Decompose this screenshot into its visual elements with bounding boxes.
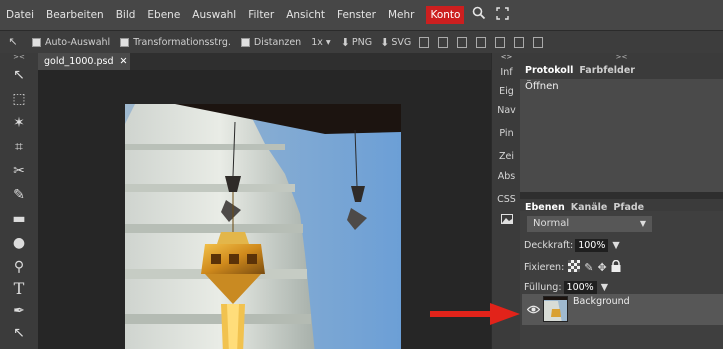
chevron-down-icon[interactable]: ▼ bbox=[612, 240, 619, 251]
fullscreen-icon[interactable] bbox=[496, 6, 510, 24]
menu-bild[interactable]: Bild bbox=[116, 9, 136, 21]
download-icon: ⬇ bbox=[340, 35, 350, 49]
eye-icon[interactable] bbox=[526, 303, 541, 317]
blur-tool-icon[interactable]: ● bbox=[9, 233, 29, 253]
move-tool-icon[interactable]: ↖ bbox=[9, 65, 29, 85]
layer-thumbnail bbox=[543, 296, 568, 322]
lock-icon[interactable] bbox=[611, 259, 621, 275]
distances-option[interactable]: Distanzen bbox=[240, 36, 302, 48]
layer-row[interactable]: Background bbox=[522, 294, 723, 325]
close-icon[interactable]: ✕ bbox=[119, 56, 127, 67]
distances-checkbox[interactable] bbox=[240, 37, 250, 47]
marquee-tool-icon[interactable]: ⬚ bbox=[9, 89, 29, 109]
lock-row: Fixieren: ✎ ✥ bbox=[524, 259, 621, 275]
collapse-icon[interactable]: >< bbox=[0, 53, 38, 62]
canvas-area[interactable] bbox=[38, 70, 491, 349]
tab-swatches[interactable]: Farbfelder bbox=[579, 65, 635, 76]
menu-ebene[interactable]: Ebene bbox=[147, 9, 180, 21]
align-middle-icon[interactable] bbox=[495, 36, 506, 48]
blend-mode-select[interactable]: Normal ▼ bbox=[527, 216, 652, 232]
strip-item-info[interactable]: Inf bbox=[492, 67, 521, 78]
transform-option[interactable]: Transformationsstrg. bbox=[120, 37, 231, 48]
chevron-down-icon[interactable]: ▼ bbox=[601, 282, 608, 293]
magic-wand-tool-icon[interactable]: ✶ bbox=[9, 113, 29, 133]
fill-row: Füllung: 100% ▼ bbox=[524, 281, 608, 294]
opacity-label: Deckkraft: bbox=[524, 240, 574, 251]
export-png-button[interactable]: ⬇ PNG bbox=[341, 36, 372, 49]
lock-transparency-icon[interactable] bbox=[568, 260, 581, 275]
text-tool-icon[interactable]: T bbox=[9, 279, 29, 299]
align-left-icon[interactable] bbox=[419, 36, 430, 48]
document-tab-title: gold_1000.psd bbox=[44, 56, 114, 67]
blend-mode-value: Normal bbox=[533, 218, 570, 229]
menu-datei[interactable]: Datei bbox=[6, 9, 34, 21]
annotation-arrow-icon bbox=[430, 303, 520, 325]
brush-tool-icon[interactable]: ✎ bbox=[9, 185, 29, 205]
collapse-icon[interactable]: >< bbox=[520, 53, 723, 62]
auto-select-option[interactable]: Auto-Auswahl bbox=[32, 37, 110, 48]
layers-panel: Normal ▼ Deckkraft: 100% ▼ Fixieren: ✎ ✥… bbox=[520, 211, 723, 349]
transform-label: Transformationsstrg. bbox=[133, 36, 231, 48]
tools-panel: >< ↖ ⬚ ✶ ⌗ ✂ ✎ ▬ ● ⚲ T ✒ ↖ bbox=[0, 53, 38, 349]
crop-tool-icon[interactable]: ⌗ bbox=[9, 137, 29, 157]
transform-checkbox[interactable] bbox=[120, 37, 130, 47]
distances-label: Distanzen bbox=[253, 36, 302, 48]
download-icon: ⬇ bbox=[380, 35, 390, 49]
heal-tool-icon[interactable]: ✂ bbox=[9, 161, 29, 181]
strip-item-brush[interactable]: Pin bbox=[492, 128, 521, 139]
right-panels: >< Protokoll Farbfelder Öffnen Ebenen Ka… bbox=[520, 53, 723, 349]
search-icon[interactable] bbox=[472, 6, 486, 24]
distribute-icon[interactable] bbox=[533, 36, 544, 48]
options-bar: ↖ Auto-Auswahl Transformationsstrg. Dist… bbox=[0, 30, 723, 53]
lock-label: Fixieren: bbox=[524, 262, 565, 273]
menu-ansicht[interactable]: Ansicht bbox=[286, 9, 325, 21]
auto-select-label: Auto-Auswahl bbox=[45, 36, 111, 48]
align-bottom-icon[interactable] bbox=[514, 36, 525, 48]
export-svg-button[interactable]: ⬇ SVG bbox=[380, 36, 411, 49]
zoom-select[interactable]: 1x ▾ bbox=[311, 37, 330, 48]
strip-item-paragraph[interactable]: Abs bbox=[492, 171, 521, 182]
history-panel-header: Protokoll Farbfelder bbox=[520, 62, 723, 79]
history-list: Öffnen bbox=[520, 79, 723, 192]
chevron-down-icon: ▼ bbox=[639, 219, 646, 228]
menu-konto[interactable]: Konto bbox=[426, 6, 465, 24]
menu-bearbeiten[interactable]: Bearbeiten bbox=[46, 9, 104, 21]
fill-input[interactable]: 100% bbox=[563, 281, 597, 294]
image-icon[interactable] bbox=[492, 214, 521, 227]
png-label: PNG bbox=[351, 36, 373, 48]
strip-item-character[interactable]: Zei bbox=[492, 151, 521, 162]
align-top-icon[interactable] bbox=[476, 36, 487, 48]
menu-mehr[interactable]: Mehr bbox=[388, 9, 415, 21]
fill-label: Füllung: bbox=[524, 282, 562, 293]
strip-item-properties[interactable]: Eig bbox=[492, 86, 521, 97]
menu-auswahl[interactable]: Auswahl bbox=[192, 9, 236, 21]
pen-tool-icon[interactable]: ✒ bbox=[9, 301, 29, 321]
strip-item-css[interactable]: CSS bbox=[492, 194, 521, 205]
svg-label: SVG bbox=[391, 36, 412, 48]
move-tool-icon[interactable]: ↖ bbox=[6, 36, 20, 48]
menu-fenster[interactable]: Fenster bbox=[337, 9, 376, 21]
layer-name: Background bbox=[573, 296, 630, 307]
auto-select-checkbox[interactable] bbox=[32, 37, 41, 47]
gradient-tool-icon[interactable]: ▬ bbox=[9, 209, 29, 229]
document-image bbox=[125, 104, 401, 349]
zoom-value: 1x bbox=[311, 36, 323, 48]
tab-history[interactable]: Protokoll bbox=[525, 65, 573, 76]
lock-pixels-icon[interactable]: ✎ bbox=[584, 261, 593, 274]
strip-item-navigator[interactable]: Nav bbox=[492, 105, 521, 116]
history-item[interactable]: Öffnen bbox=[525, 81, 559, 92]
dodge-tool-icon[interactable]: ⚲ bbox=[9, 257, 29, 277]
expand-icon[interactable]: <> bbox=[492, 53, 521, 61]
document-tabs: gold_1000.psd ✕ bbox=[38, 53, 491, 70]
align-center-icon[interactable] bbox=[438, 36, 449, 48]
path-select-tool-icon[interactable]: ↖ bbox=[9, 323, 29, 343]
opacity-row: Deckkraft: 100% ▼ bbox=[524, 239, 620, 252]
opacity-input[interactable]: 100% bbox=[575, 239, 609, 252]
document-tab[interactable]: gold_1000.psd ✕ bbox=[38, 53, 130, 70]
menu-filter[interactable]: Filter bbox=[248, 9, 274, 21]
align-right-icon[interactable] bbox=[457, 36, 468, 48]
menu-bar: Datei Bearbeiten Bild Ebene Auswahl Filt… bbox=[0, 0, 723, 30]
lock-position-icon[interactable]: ✥ bbox=[598, 261, 607, 274]
